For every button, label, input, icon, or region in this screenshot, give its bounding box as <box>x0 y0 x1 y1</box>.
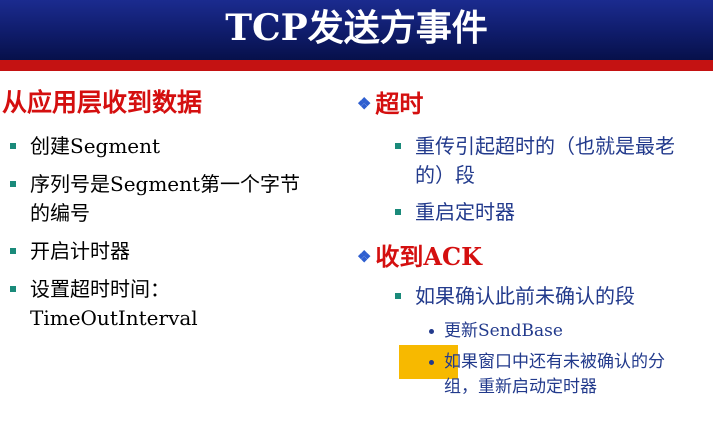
list-item: 开启计时器 <box>8 237 328 266</box>
sub-list-item-text: 更新SendBase <box>444 321 563 341</box>
list-item-text: 重启定时器 <box>415 200 515 224</box>
list-item: 重传引起超时的（也就是最老的）段 <box>393 132 693 190</box>
timeout-list: 重传引起超时的（也就是最老的）段 重启定时器 <box>393 132 693 235</box>
list-item: 重启定时器 <box>393 198 693 227</box>
left-heading: 从应用层收到数据 <box>2 88 203 117</box>
square-bullet-icon <box>395 209 401 215</box>
list-item: 如果确认此前未确认的段 <box>393 282 703 311</box>
dot-bullet-icon <box>429 329 434 334</box>
square-bullet-icon <box>10 143 16 149</box>
ack-list: 如果确认此前未确认的段 <box>393 282 703 319</box>
ack-heading: ❖ 收到ACK <box>357 241 482 273</box>
ack-heading-text: 收到ACK <box>375 242 482 271</box>
diamond-bullet-icon: ❖ <box>357 94 372 113</box>
list-item-text: 序列号是Segment第一个字节的编号 <box>30 172 301 225</box>
sub-list-item-text: 如果窗口中还有未被确认的分组，重新启动定时器 <box>444 352 665 397</box>
square-bullet-icon <box>395 143 401 149</box>
list-item-text: 创建Segment <box>30 134 161 158</box>
square-bullet-icon <box>10 286 16 292</box>
list-item-text: 设置超时时间：TimeOutInterval <box>30 277 198 330</box>
list-item-text: 重传引起超时的（也就是最老的）段 <box>415 134 675 187</box>
square-bullet-icon <box>10 181 16 187</box>
list-item: 创建Segment <box>8 132 328 161</box>
ack-sub-list: 更新SendBase 如果窗口中还有未被确认的分组，重新启动定时器 <box>426 319 694 406</box>
sub-list-item: 更新SendBase <box>426 319 694 344</box>
dot-bullet-icon <box>429 360 434 365</box>
list-item: 序列号是Segment第一个字节的编号 <box>8 170 315 228</box>
timeout-heading-text: 超时 <box>375 89 424 118</box>
slide-title: TCP发送方事件 <box>225 7 488 49</box>
list-item-text: 开启计时器 <box>30 239 130 263</box>
sub-list-item: 如果窗口中还有未被确认的分组，重新启动定时器 <box>426 350 694 400</box>
timeout-heading: ❖ 超时 <box>357 88 423 120</box>
list-item: 设置超时时间：TimeOutInterval <box>8 275 235 333</box>
accent-bar <box>0 60 713 71</box>
square-bullet-icon <box>10 248 16 254</box>
diamond-bullet-icon: ❖ <box>357 247 372 266</box>
list-item-text: 如果确认此前未确认的段 <box>415 284 635 308</box>
square-bullet-icon <box>395 293 401 299</box>
left-list: 创建Segment 序列号是Segment第一个字节的编号 开启计时器 设置超时… <box>8 132 328 342</box>
